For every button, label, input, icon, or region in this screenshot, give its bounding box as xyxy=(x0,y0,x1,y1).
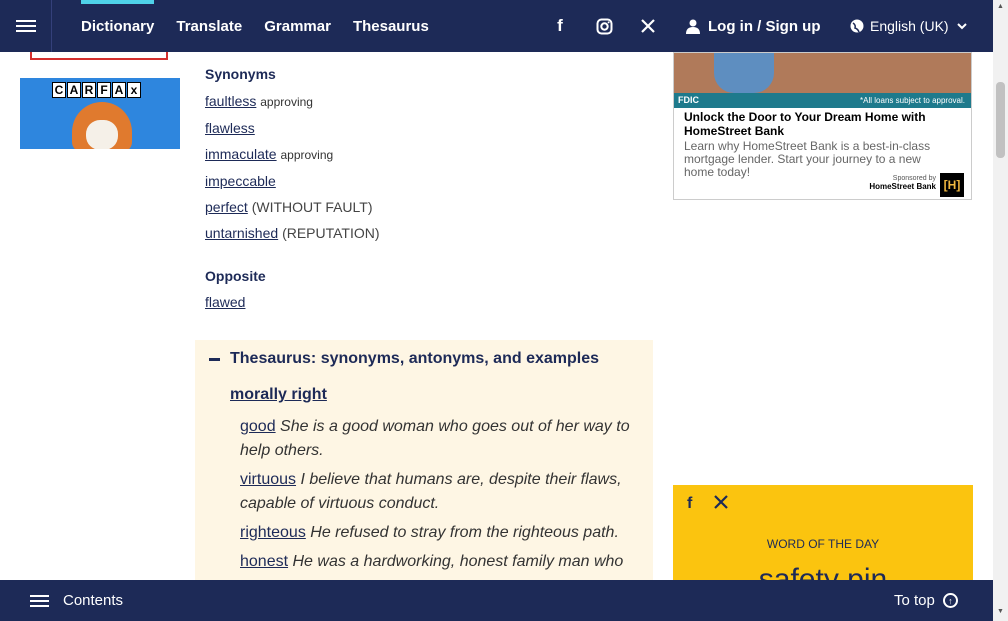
collapse-icon xyxy=(209,357,220,361)
list-item: immaculate approving xyxy=(205,146,334,162)
list-item: flawed xyxy=(205,289,245,315)
ad-body: Learn why HomeStreet Bank is a best-in-c… xyxy=(684,139,931,179)
advertisement-left[interactable]: CARFAx xyxy=(20,52,180,149)
sense-link[interactable]: morally right xyxy=(230,386,327,404)
synonym-link[interactable]: immaculate xyxy=(205,146,277,162)
list-item: flawless xyxy=(205,115,380,141)
synonym-link[interactable]: flawless xyxy=(205,120,255,136)
nav-thesaurus[interactable]: Thesaurus xyxy=(342,0,440,52)
bottom-bar: Contents To top ↑ xyxy=(0,580,993,621)
synonym-link[interactable]: perfect xyxy=(205,199,248,215)
example-word-link[interactable]: good xyxy=(240,418,276,435)
nav-translate[interactable]: Translate xyxy=(165,0,253,52)
carfax-logo: CARFAx xyxy=(52,82,141,98)
facebook-icon[interactable]: f xyxy=(687,495,692,514)
language-label: English (UK) xyxy=(870,18,949,34)
wotd-label: WORD OF THE DAY xyxy=(766,537,880,551)
fdic-strip: FDIC *All loans subject to approval. xyxy=(674,93,971,108)
example-item: righteous He refused to stray from the r… xyxy=(240,524,619,541)
example-item: good She is a good woman who goes out of… xyxy=(240,418,630,459)
contents-button[interactable]: Contents xyxy=(30,580,123,621)
list-item: impeccable xyxy=(205,168,380,194)
list-item: untarnished (REPUTATION) xyxy=(205,225,380,241)
advertisement-right[interactable]: FDIC *All loans subject to approval. Unl… xyxy=(673,52,972,200)
synonyms-list: faultless approving flawless immaculate … xyxy=(195,88,380,246)
example-word-link[interactable]: honest xyxy=(240,553,288,570)
menu-button[interactable] xyxy=(0,0,52,52)
arrow-up-icon: ↑ xyxy=(942,593,958,608)
to-top-button[interactable]: To top ↑ xyxy=(894,580,958,621)
example-word-link[interactable]: virtuous xyxy=(240,471,296,488)
thesaurus-toggle[interactable]: Thesaurus: synonyms, antonyms, and examp… xyxy=(209,350,599,368)
scroll-up-icon[interactable]: ▲ xyxy=(996,3,1005,12)
top-nav-bar: Dictionary Translate Grammar Thesaurus f… xyxy=(0,0,993,52)
antonym-link[interactable]: flawed xyxy=(205,294,245,310)
synonyms-heading: Synonyms xyxy=(205,66,276,82)
x-icon[interactable] xyxy=(626,0,670,52)
user-icon xyxy=(686,19,700,34)
main-nav: Dictionary Translate Grammar Thesaurus xyxy=(70,0,440,52)
example-item: honest He was a hardworking, honest fami… xyxy=(240,553,624,570)
ad-sponsor: Sponsored by HomeStreet Bank xyxy=(869,175,936,191)
login-link[interactable]: Log in / Sign up xyxy=(686,0,820,52)
x-icon[interactable] xyxy=(714,495,729,514)
example-word-link[interactable]: righteous xyxy=(240,524,306,541)
list-item: faultless approving xyxy=(205,93,313,109)
scroll-down-icon[interactable]: ▼ xyxy=(996,608,1005,617)
list-icon xyxy=(30,592,49,610)
scrollbar-thumb[interactable] xyxy=(996,82,1005,158)
example-item: virtuous I believe that humans are, desp… xyxy=(240,471,622,512)
login-label: Log in / Sign up xyxy=(708,17,821,35)
synonym-link[interactable]: untarnished xyxy=(205,225,278,241)
contents-label: Contents xyxy=(63,592,124,609)
nav-dictionary[interactable]: Dictionary xyxy=(70,0,165,52)
opposite-list: flawed xyxy=(195,289,245,315)
thesaurus-panel: Thesaurus: synonyms, antonyms, and examp… xyxy=(195,340,653,600)
instagram-icon[interactable] xyxy=(582,0,626,52)
to-top-label: To top xyxy=(894,592,935,609)
ad-title: Unlock the Door to Your Dream Home with … xyxy=(684,110,926,138)
globe-icon xyxy=(850,19,864,33)
scrollbar[interactable]: ▲ ▼ xyxy=(993,0,1008,621)
synonym-link[interactable]: impeccable xyxy=(205,173,276,189)
social-links: f xyxy=(538,0,670,52)
synonym-link[interactable]: faultless xyxy=(205,93,256,109)
ad-photo xyxy=(674,53,971,93)
homestreet-logo: [H] xyxy=(940,173,964,197)
list-item: perfect (WITHOUT FAULT) xyxy=(205,199,373,215)
word-of-the-day: f WORD OF THE DAY safety pin xyxy=(673,485,973,596)
fox-mascot-image xyxy=(72,102,132,149)
nav-grammar[interactable]: Grammar xyxy=(253,0,342,52)
opposite-heading: Opposite xyxy=(205,268,266,284)
chevron-down-icon xyxy=(956,23,967,30)
language-selector[interactable]: English (UK) xyxy=(850,0,967,52)
thesaurus-heading: Thesaurus: synonyms, antonyms, and examp… xyxy=(230,350,600,367)
facebook-icon[interactable]: f xyxy=(538,0,582,52)
